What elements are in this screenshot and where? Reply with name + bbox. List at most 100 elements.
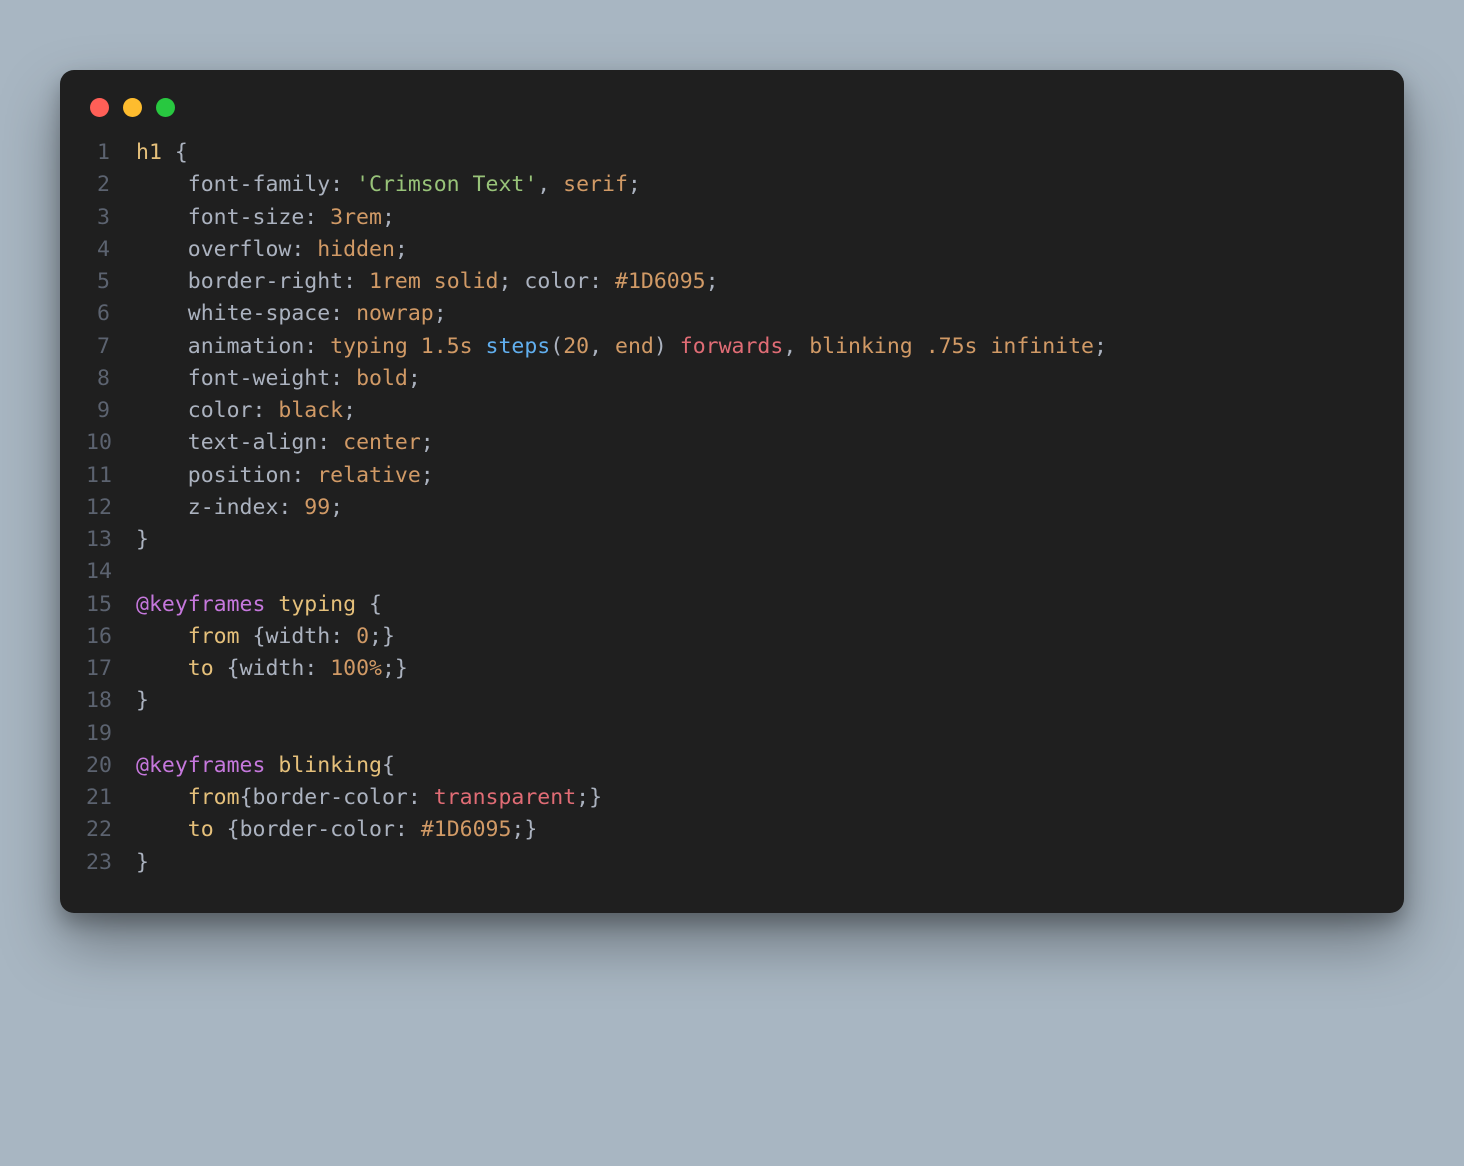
line-number: 5 [86,266,136,298]
token-punc: } [136,527,149,552]
token-punc: } [136,850,149,875]
token-val: .75s [926,334,978,359]
token-punc: ; [706,269,719,294]
token-punc: : [330,624,356,649]
token-punc: : [304,334,330,359]
token-plain [136,334,188,359]
code-line: 16 from {width: 0;} [86,621,1378,653]
token-punc: ( [550,334,563,359]
token-punc: ) [654,334,667,359]
code-content: to {border-color: #1D6095;} [136,814,537,846]
line-number: 17 [86,653,136,685]
token-punc: : [278,495,304,520]
token-str: 'Crimson Text' [356,172,537,197]
token-name: forwards [680,334,784,359]
line-number: 3 [86,202,136,234]
token-plain [136,301,188,326]
minimize-icon[interactable] [123,98,142,117]
token-val: #1D6095 [615,269,706,294]
code-line: 22 to {border-color: #1D6095;} [86,814,1378,846]
code-content: to {width: 100%;} [136,653,408,685]
close-icon[interactable] [90,98,109,117]
token-punc: ; [421,463,434,488]
token-plain [913,334,926,359]
line-number: 16 [86,621,136,653]
line-number: 7 [86,331,136,363]
line-number: 20 [86,750,136,782]
token-punc: : [317,430,343,455]
code-content: color: black; [136,395,356,427]
token-punc: { [240,785,253,810]
token-punc: : [343,269,369,294]
token-plain [214,656,227,681]
token-sel: from [188,785,240,810]
token-plain [136,237,188,262]
token-punc: : [304,656,330,681]
token-plain [136,205,188,230]
token-sel: to [188,656,214,681]
code-line: 9 color: black; [86,395,1378,427]
code-content: h1 { [136,137,188,169]
token-punc: { [227,817,240,842]
token-prop: position [188,463,292,488]
code-line: 2 font-family: 'Crimson Text', serif; [86,169,1378,201]
line-number: 1 [86,137,136,169]
token-val: solid [434,269,499,294]
code-content: } [136,524,149,556]
zoom-icon[interactable] [156,98,175,117]
token-prop: color [524,269,589,294]
token-prop: color [188,398,253,423]
code-editor[interactable]: 1h1 {2 font-family: 'Crimson Text', seri… [60,129,1404,913]
code-content: overflow: hidden; [136,234,408,266]
token-plain [473,334,486,359]
code-content: font-size: 3rem; [136,202,395,234]
token-punc: : [395,817,421,842]
code-line: 19 [86,718,1378,750]
code-line: 3 font-size: 3rem; [86,202,1378,234]
token-plain [136,785,188,810]
code-content: animation: typing 1.5s steps(20, end) fo… [136,331,1107,363]
token-prop: border-color [240,817,395,842]
token-prop: border-color [253,785,408,810]
code-content: from{border-color: transparent;} [136,782,602,814]
token-plain [162,140,175,165]
token-val: typing [330,334,408,359]
token-fn: steps [486,334,551,359]
token-punc: : [304,205,330,230]
code-content: font-family: 'Crimson Text', serif; [136,169,641,201]
token-name: transparent [434,785,576,810]
token-punc: ;} [382,656,408,681]
token-sel: typing [278,592,356,617]
token-prop: animation [188,334,305,359]
token-prop: font-weight [188,366,330,391]
token-plain [356,592,369,617]
token-val: bold [356,366,408,391]
line-number: 6 [86,298,136,330]
token-val: 20 [563,334,589,359]
token-val: black [278,398,343,423]
token-plain [136,398,188,423]
code-line: 1h1 { [86,137,1378,169]
token-plain [978,334,991,359]
token-sel: from [188,624,240,649]
code-line: 5 border-right: 1rem solid; color: #1D60… [86,266,1378,298]
line-number: 4 [86,234,136,266]
line-number: 23 [86,847,136,879]
token-val: blinking [809,334,913,359]
code-line: 21 from{border-color: transparent;} [86,782,1378,814]
token-plain [240,624,253,649]
token-sel: h1 [136,140,162,165]
line-number: 2 [86,169,136,201]
token-prop: border-right [188,269,343,294]
token-val: 99 [304,495,330,520]
token-val: #1D6095 [421,817,512,842]
code-line: 18} [86,685,1378,717]
code-content: @keyframes typing { [136,589,382,621]
line-number: 9 [86,395,136,427]
token-plain [136,366,188,391]
token-kw: @keyframes [136,592,265,617]
token-punc: ; [343,398,356,423]
line-number: 13 [86,524,136,556]
line-number: 11 [86,460,136,492]
token-punc: ; [434,301,447,326]
